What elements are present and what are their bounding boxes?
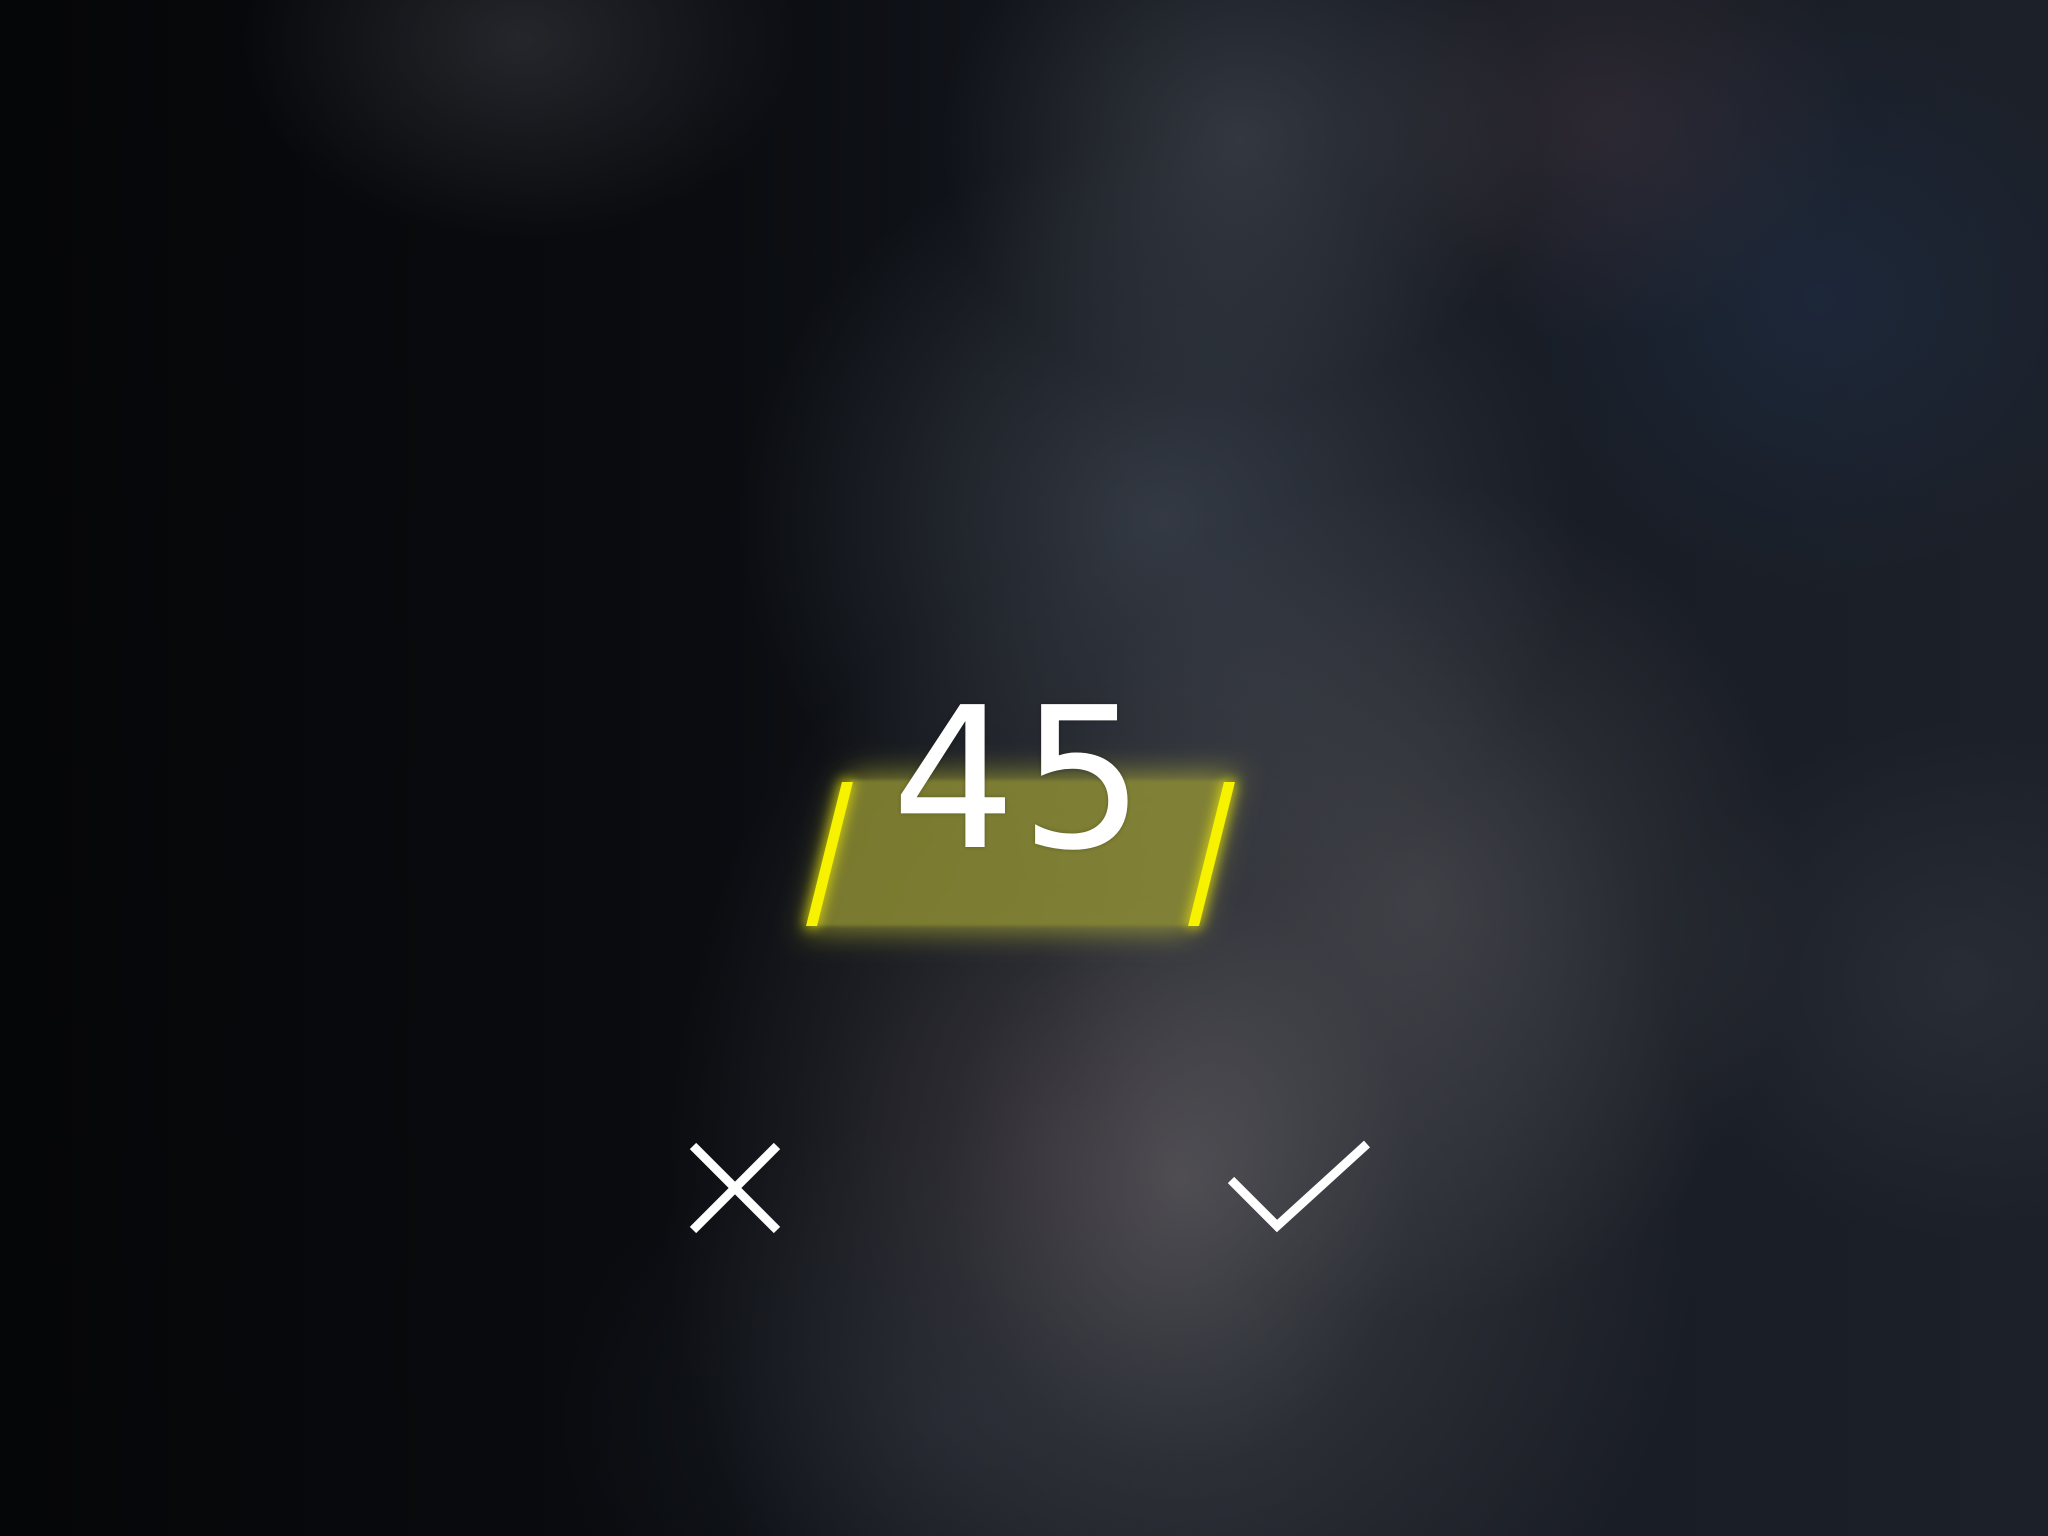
number-picker-screen: 45 xyxy=(0,0,2048,1536)
cancel-button[interactable] xyxy=(655,1108,815,1268)
value-selector[interactable]: 45 xyxy=(780,640,1260,970)
selected-value: 45 xyxy=(891,666,1149,894)
checkmark-icon xyxy=(1227,1140,1371,1233)
close-icon xyxy=(689,1142,781,1234)
confirm-button[interactable] xyxy=(1220,1108,1380,1268)
